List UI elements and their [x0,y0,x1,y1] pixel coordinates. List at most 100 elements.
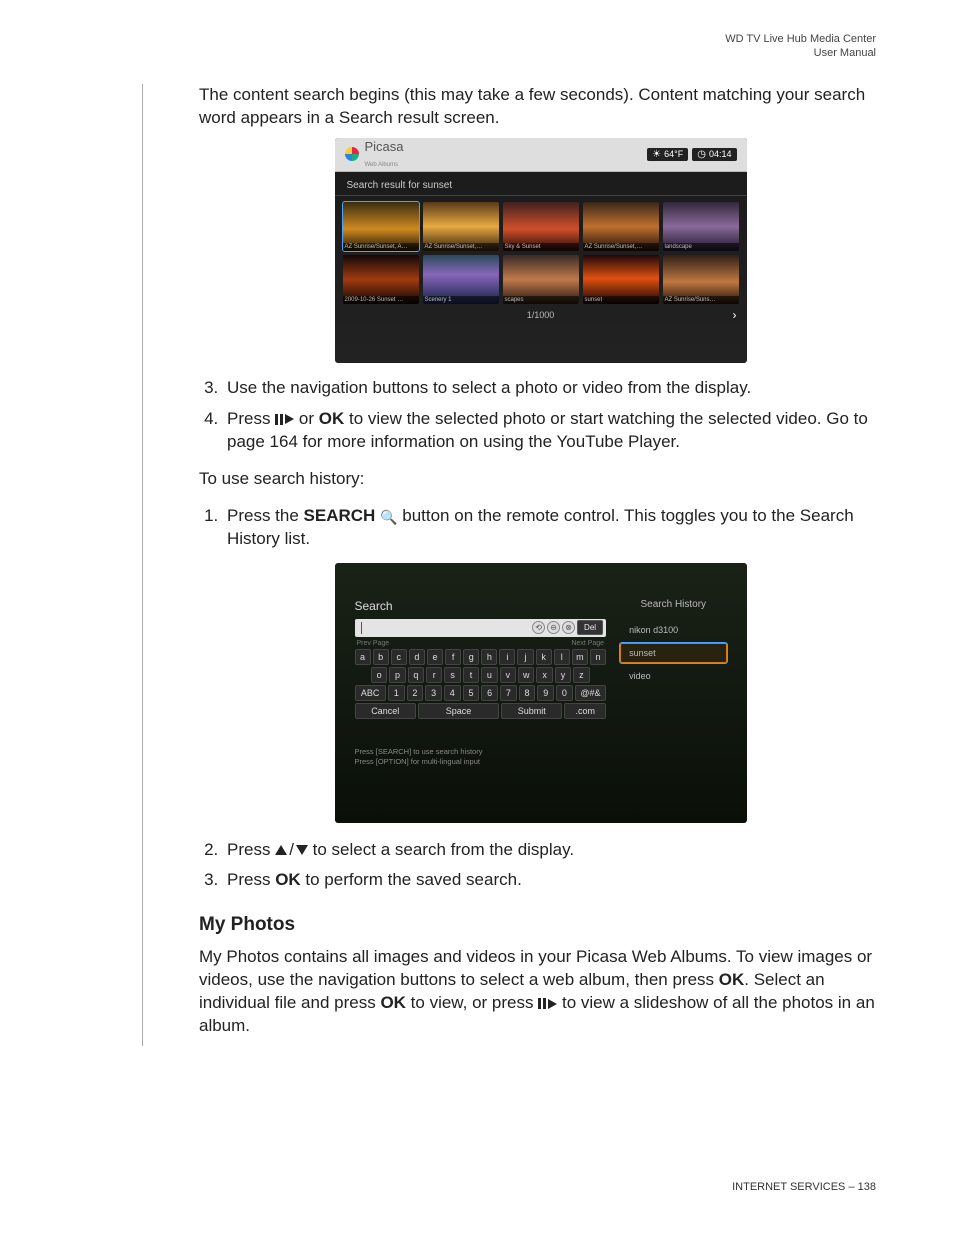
brand-name: Picasa [365,139,404,154]
next-page-icon[interactable]: › [733,308,737,322]
input-btn-left[interactable]: ⟲ [532,621,545,634]
key[interactable]: w [518,667,534,683]
key[interactable]: 7 [500,685,517,701]
weather-icon: ☀ [652,149,661,160]
input-btn-mid[interactable]: ⊖ [547,621,560,634]
key[interactable]: 4 [444,685,461,701]
pause-play-icon [538,998,557,1009]
key[interactable]: 5 [463,685,480,701]
key[interactable]: 9 [537,685,554,701]
onscreen-keyboard: abcdefghijklmn opqrstuvwxyz ABC123456789… [355,649,607,719]
search-keyboard-screenshot: Search ⟲ ⊖ ⊗ Del Prev PageNext Page abcd… [335,563,747,823]
thumbnail[interactable]: AZ Sunrise/Suns… [663,255,739,304]
key[interactable]: a [355,649,371,665]
kb-row-2: opqrstuvwxyz [355,667,607,683]
up-down-icon: / [275,839,308,862]
picasa-logo: Picasa Web Albums [345,139,404,169]
search-history-intro: To use search history: [199,468,882,491]
key[interactable]: s [444,667,460,683]
search-input[interactable]: ⟲ ⊖ ⊗ Del [355,619,607,637]
page-header: WD TV Live Hub Media Center User Manual [725,32,876,61]
key-submit[interactable]: Submit [501,703,562,719]
thumbnail[interactable]: AZ Sunrise/Sunset, A… [343,202,419,251]
my-photos-paragraph: My Photos contains all images and videos… [199,946,882,1038]
key[interactable]: r [426,667,442,683]
key[interactable]: t [463,667,479,683]
input-btn-clear[interactable]: ⊗ [562,621,575,634]
kb-row-1: abcdefghijklmn [355,649,607,665]
thumbnail[interactable]: landscape [663,202,739,251]
hist-step-1: Press the SEARCH 🔍 button on the remote … [223,505,882,551]
key[interactable]: d [409,649,425,665]
key[interactable]: n [590,649,606,665]
key[interactable]: 2 [407,685,424,701]
thumbnail[interactable]: Scenery 1 [423,255,499,304]
key[interactable]: v [500,667,516,683]
page-footer: INTERNET SERVICES – 138 [732,1181,876,1193]
clock-icon: ◷ [697,149,706,160]
content-column: The content search begins (this may take… [142,84,882,1046]
header-title: WD TV Live Hub Media Center [725,32,876,46]
thumbnail[interactable]: sunset [583,255,659,304]
key[interactable]: m [572,649,588,665]
steps-list-1: Use the navigation buttons to select a p… [199,377,882,454]
intro-paragraph: The content search begins (this may take… [199,84,882,130]
key[interactable]: l [554,649,570,665]
key-space[interactable]: Space [418,703,499,719]
key[interactable]: b [373,649,389,665]
key-dotcom[interactable]: .com [564,703,606,719]
thumbnail[interactable]: 2009-10-26 Sunset … [343,255,419,304]
key[interactable]: z [573,667,589,683]
kb-row-4: Cancel Space Submit .com [355,703,607,719]
history-steps-1: Press the SEARCH 🔍 button on the remote … [199,505,882,551]
hist-step-3: Press OK to perform the saved search. [223,869,882,892]
key-symbols[interactable]: @#& [575,685,606,701]
kb-row-3: ABC1234567890@#& [355,685,607,701]
key[interactable]: 1 [388,685,405,701]
key[interactable]: e [427,649,443,665]
key[interactable]: j [517,649,533,665]
thumbnail-grid: AZ Sunrise/Sunset, A… AZ Sunrise/Sunset,… [335,196,747,306]
key[interactable]: g [463,649,479,665]
history-item[interactable]: video [620,666,726,686]
search-history-title: Search History [620,599,726,610]
key[interactable]: f [445,649,461,665]
key[interactable]: 8 [519,685,536,701]
brand-sub: Web Albums [365,162,399,168]
key[interactable]: x [536,667,552,683]
search-label: Search [355,599,607,613]
thumbnail[interactable]: Sky & Sunset [503,202,579,251]
key[interactable]: q [408,667,424,683]
keyboard-hints: Press [SEARCH] to use search history Pre… [355,747,607,768]
history-item[interactable]: sunset [620,643,726,663]
pager: 1/1000 › [335,306,747,324]
picasa-results-screenshot: Picasa Web Albums ☀64°F ◷04:14 Search re… [335,138,747,363]
hist-step-2: Press / to select a search from the disp… [223,839,882,862]
key[interactable]: 3 [425,685,442,701]
thumbnail[interactable]: scapes [503,255,579,304]
my-photos-heading: My Photos [199,914,882,936]
key[interactable]: o [371,667,387,683]
key[interactable]: 0 [556,685,573,701]
cursor [361,622,362,634]
step-4: Press or OK to view the selected photo o… [223,408,882,454]
key[interactable]: i [499,649,515,665]
thumbnail[interactable]: AZ Sunrise/Sunset,… [423,202,499,251]
key-cancel[interactable]: Cancel [355,703,416,719]
key[interactable]: u [481,667,497,683]
del-button[interactable]: Del [577,620,603,635]
weather-chip: ☀64°F [647,148,688,161]
key[interactable]: p [389,667,405,683]
key-abc[interactable]: ABC [355,685,386,701]
key[interactable]: h [481,649,497,665]
key[interactable]: 6 [481,685,498,701]
header-subtitle: User Manual [725,46,876,60]
key[interactable]: y [555,667,571,683]
thumbnail[interactable]: AZ Sunrise/Sunset,… [583,202,659,251]
history-steps-2: Press / to select a search from the disp… [199,839,882,893]
history-item[interactable]: nikon d3100 [620,620,726,640]
key[interactable]: k [536,649,552,665]
key[interactable]: c [391,649,407,665]
picasa-icon [345,147,359,161]
time-chip: ◷04:14 [692,148,736,161]
